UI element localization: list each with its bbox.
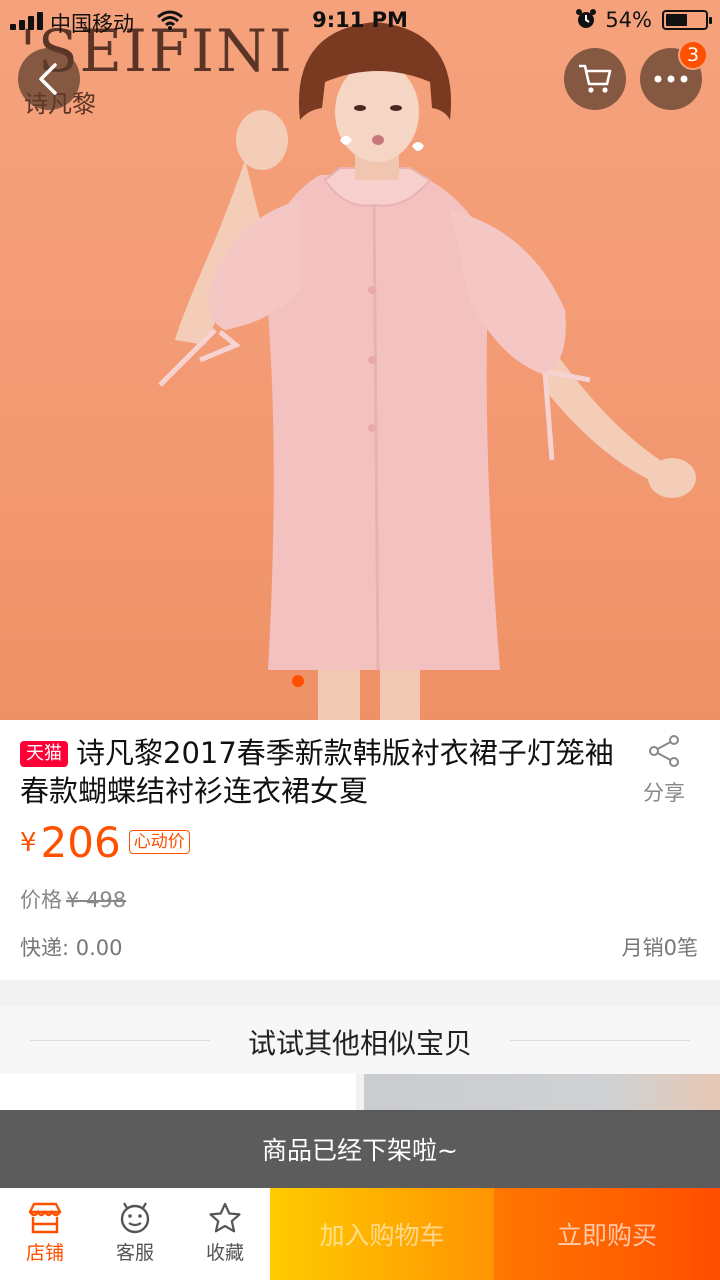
current-price: 206 bbox=[40, 818, 121, 867]
buy-now-button[interactable]: 立即购买 bbox=[494, 1188, 720, 1280]
chevron-left-icon bbox=[39, 63, 57, 95]
favorite-tab[interactable]: 收藏 bbox=[180, 1188, 270, 1280]
customer-service-label: 客服 bbox=[115, 1242, 154, 1264]
product-image-carousel[interactable]: 'SEIFINI 诗凡黎 bbox=[0, 0, 720, 720]
store-tab[interactable]: 店铺 bbox=[0, 1188, 90, 1280]
similar-items-header: 试试其他相似宝贝 bbox=[0, 1006, 720, 1074]
similar-item-card[interactable] bbox=[364, 1074, 720, 1114]
customer-service-tab[interactable]: 客服 bbox=[90, 1188, 180, 1280]
cart-icon bbox=[579, 64, 612, 93]
customer-service-icon bbox=[120, 1202, 150, 1234]
model-photo bbox=[158, 22, 696, 720]
divider-line bbox=[510, 1040, 690, 1041]
tmall-badge: 天猫 bbox=[20, 741, 68, 767]
shipping-fee: 快递: 0.00 bbox=[20, 936, 123, 960]
product-title-block: 天猫 诗凡黎2017春季新款韩版衬衣裙子灯笼袖春款蝴蝶结衬衫连衣裙女夏 bbox=[20, 734, 616, 810]
original-price: ¥ 498 bbox=[66, 888, 127, 912]
cart-button[interactable] bbox=[564, 48, 626, 110]
share-label: 分享 bbox=[643, 781, 685, 805]
notification-badge: 3 bbox=[678, 40, 708, 70]
similar-item-card[interactable] bbox=[0, 1074, 356, 1114]
star-icon bbox=[209, 1202, 241, 1233]
share-button[interactable]: 分享 bbox=[632, 734, 696, 807]
status-bar: 中国移动 9:11 PM 54% bbox=[0, 0, 720, 40]
battery-icon bbox=[662, 10, 712, 30]
product-title: 诗凡黎2017春季新款韩版衬衣裙子灯笼袖春款蝴蝶结衬衫连衣裙女夏 bbox=[20, 736, 614, 808]
add-to-cart-button[interactable]: 加入购物车 bbox=[270, 1188, 494, 1280]
favorite-label: 收藏 bbox=[205, 1242, 244, 1264]
store-label: 店铺 bbox=[25, 1242, 64, 1264]
more-button[interactable]: 3 bbox=[640, 40, 708, 110]
original-price-label: 价格 bbox=[20, 888, 62, 912]
monthly-sales: 月销0笔 bbox=[621, 936, 698, 960]
currency-symbol: ¥ bbox=[20, 828, 37, 858]
more-dots-icon bbox=[654, 75, 688, 83]
carousel-indicator-dot bbox=[292, 675, 304, 687]
price-row: ¥206 心动价 bbox=[20, 818, 190, 867]
store-icon bbox=[28, 1202, 62, 1234]
product-info-panel: 天猫 诗凡黎2017春季新款韩版衬衣裙子灯笼袖春款蝴蝶结衬衫连衣裙女夏 分享 ¥2… bbox=[0, 720, 720, 980]
similar-items-heading: 试试其他相似宝贝 bbox=[247, 1027, 472, 1060]
battery-percent: 54% bbox=[605, 8, 652, 32]
bottom-action-bar: 店铺 客服 收藏 加入购物车 立即购买 bbox=[0, 1188, 720, 1280]
share-icon bbox=[649, 735, 679, 767]
price-tag: 心动价 bbox=[128, 830, 190, 854]
back-button[interactable] bbox=[18, 48, 80, 110]
original-price-row: 价格 ¥ 498 bbox=[20, 884, 126, 914]
alarm-icon bbox=[576, 9, 596, 28]
delisted-toast: 商品已经下架啦~ bbox=[0, 1110, 720, 1188]
